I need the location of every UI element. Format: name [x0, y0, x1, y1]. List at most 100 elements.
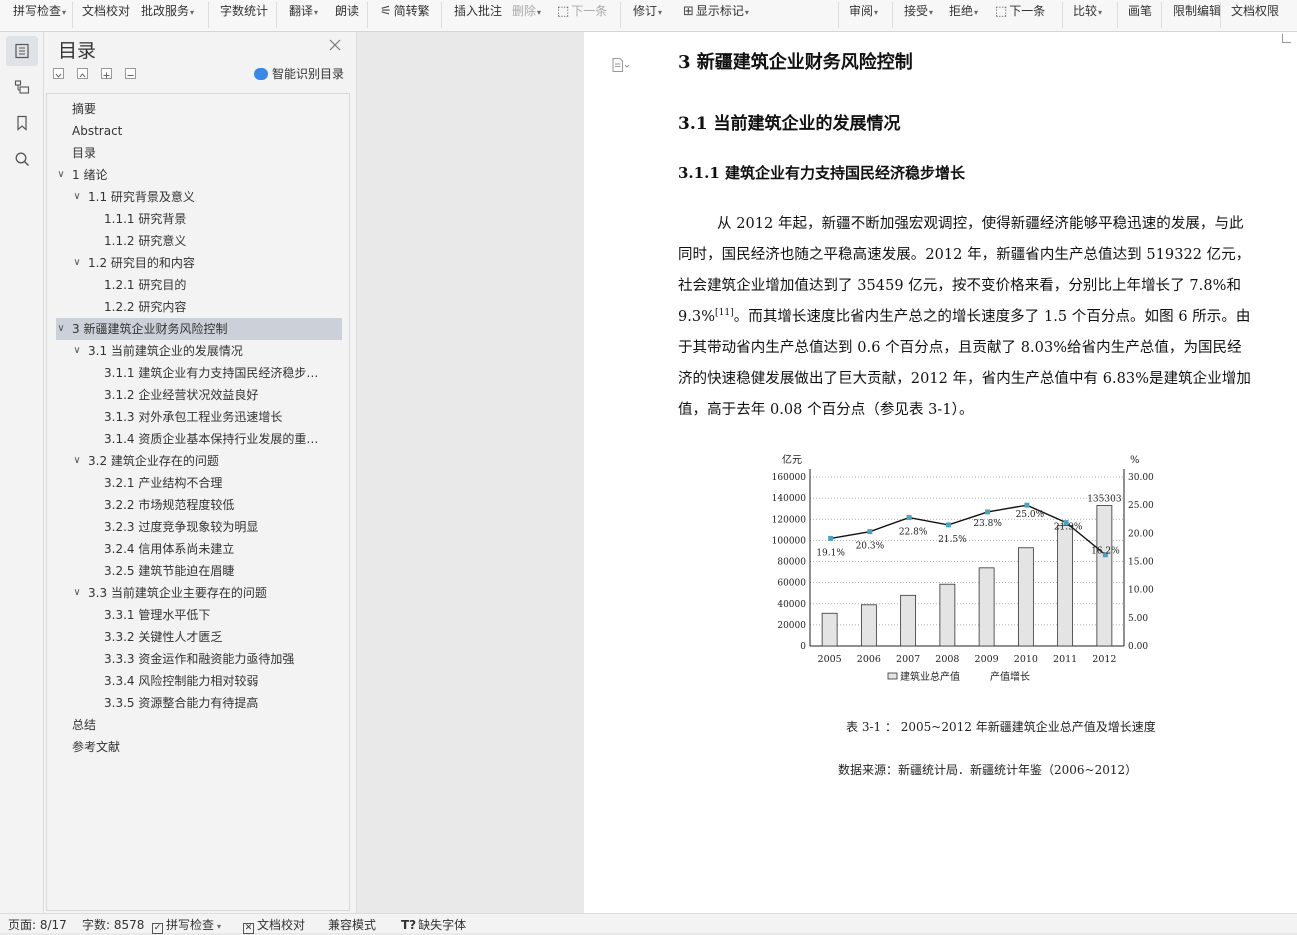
- bar-value-label: 135303: [1087, 495, 1122, 505]
- toc-item[interactable]: 3.2.4 信用体系尚未建立: [56, 538, 342, 560]
- chevron-down-icon[interactable]: ∨: [71, 582, 83, 604]
- toc-item[interactable]: 3.3.4 风险控制能力相对较弱: [56, 670, 342, 692]
- line-data-label: 16.2%: [1091, 547, 1120, 557]
- toc-item[interactable]: 3.2.3 过度竞争现象较为明显: [56, 516, 342, 538]
- y-tick-label-right: 0.00: [1128, 642, 1148, 652]
- toc-item[interactable]: 1.2.2 研究内容: [56, 296, 342, 318]
- toolbar-divider: [276, 2, 277, 28]
- toc-item[interactable]: 1.2.1 研究目的: [56, 274, 342, 296]
- toc-item[interactable]: ∨ 3.2 建筑企业存在的问题: [56, 450, 342, 472]
- chevron-down-icon[interactable]: ∨: [71, 252, 83, 274]
- remove-heading-icon[interactable]: [125, 68, 136, 79]
- chevron-down-icon: ▾: [537, 8, 542, 17]
- toc-item[interactable]: 3.2.2 市场规范程度较低: [56, 494, 342, 516]
- x-tick-label: 2007: [896, 654, 920, 665]
- toc-item[interactable]: 1.1.1 研究背景: [56, 208, 342, 230]
- toc-item[interactable]: 3.2.1 产业结构不合理: [56, 472, 342, 494]
- x-tick-label: 2011: [1053, 654, 1077, 665]
- expand-all-icon[interactable]: [77, 68, 88, 79]
- toc-item[interactable]: 3.3.1 管理水平低下: [56, 604, 342, 626]
- toc-item[interactable]: 3.1.2 企业经营状况效益良好: [56, 384, 342, 406]
- document-permission-label: 文档权限: [1231, 4, 1280, 18]
- collapse-all-icon[interactable]: [53, 68, 64, 79]
- close-icon[interactable]: [328, 38, 342, 52]
- insert-comment-button[interactable]: 插入批注: [454, 0, 502, 22]
- spell-check-label: 拼写检查: [166, 918, 215, 932]
- show-markup-button[interactable]: ⊞ 显示标记▾: [683, 0, 749, 22]
- toc-item[interactable]: 3.1.1 建筑企业有力支持国民经济稳步增长: [56, 362, 342, 384]
- line-marker: [985, 509, 991, 515]
- missing-font-status[interactable]: T? 缺失字体: [401, 917, 466, 933]
- review-button[interactable]: 审阅▾: [849, 0, 878, 22]
- next-comment-button[interactable]: ⬚ 下一条: [557, 0, 607, 22]
- translate-button[interactable]: 翻译▾: [289, 0, 318, 22]
- toc-item[interactable]: 3.2.5 建筑节能迫在眉睫: [56, 560, 342, 582]
- toc-item-label: 3.2.1 产业结构不合理: [104, 476, 223, 490]
- chevron-down-icon[interactable]: ∨: [56, 164, 67, 186]
- review-toolbar: 拼写检查▾ 文档校对 批改服务▾ 字数统计 翻译▾ 朗读 ⚟ 简转繁 插入批注 删除▾ ⬚ 下一条 修订…: [0, 0, 1297, 32]
- toc-item[interactable]: 3.1.3 对外承包工程业务迅速增长: [56, 406, 342, 428]
- x-tick-label: 2006: [857, 654, 881, 665]
- spell-check-button[interactable]: 拼写检查▾: [13, 0, 66, 22]
- chevron-down-icon[interactable]: ∨: [56, 318, 67, 340]
- compare-button[interactable]: 比较▾: [1073, 0, 1102, 22]
- toc-item[interactable]: ∨ 3 新疆建筑企业财务风险控制: [56, 318, 342, 340]
- toc-item[interactable]: 参考文献: [56, 736, 342, 758]
- y-tick-label-left: 0: [800, 642, 806, 652]
- read-aloud-button[interactable]: 朗读: [335, 0, 359, 22]
- paragraph-line: 9.3%[11]。而其增长速度比省内生产总之的增长速度多了 1.5 个百分点。如…: [678, 305, 1250, 326]
- word-count-button[interactable]: 字数统计: [220, 0, 268, 22]
- toc-item[interactable]: 1.1.2 研究意义: [56, 230, 342, 252]
- next-change-button[interactable]: ⬚ 下一条: [995, 0, 1045, 22]
- x-tick-label: 2010: [1014, 654, 1038, 665]
- smart-toc-button[interactable]: 智能识别目录: [254, 66, 344, 82]
- simplified-traditional-button[interactable]: ⚟ 简转繁: [380, 0, 430, 22]
- page-options-icon[interactable]: [612, 58, 630, 76]
- toc-item[interactable]: 总结: [56, 714, 342, 736]
- proofread-status[interactable]: ✕ 文档校对: [243, 917, 305, 934]
- track-changes-button[interactable]: 修订▾: [633, 0, 662, 22]
- toolbar-divider: [1117, 2, 1118, 28]
- toc-item[interactable]: ∨ 3.3 当前建筑企业主要存在的问题: [56, 582, 342, 604]
- toc-item[interactable]: 目录: [56, 142, 342, 164]
- toc-item[interactable]: ∨ 3.1 当前建筑企业的发展情况: [56, 340, 342, 362]
- correction-service-button[interactable]: 批改服务▾: [141, 0, 194, 22]
- delete-comment-button[interactable]: 删除▾: [512, 0, 541, 22]
- chevron-down-icon[interactable]: ∨: [71, 340, 83, 362]
- toc-item[interactable]: 3.3.5 资源整合能力有待提高: [56, 692, 342, 714]
- spell-check-status[interactable]: ✓ 拼写检查 ▾: [152, 917, 221, 935]
- toc-item[interactable]: 3.3.3 资金运作和融资能力亟待加强: [56, 648, 342, 670]
- toc-icon[interactable]: [6, 36, 38, 66]
- outline-icon[interactable]: [6, 72, 38, 102]
- restrict-editing-button[interactable]: 限制编辑: [1173, 0, 1221, 22]
- toc-item[interactable]: ∨ 1.2 研究目的和内容: [56, 252, 342, 274]
- toc-item[interactable]: 3.3.2 关键性人才匮乏: [56, 626, 342, 648]
- page-corner-mark: [1282, 34, 1291, 43]
- toc-item[interactable]: ∨ 1 绪论: [56, 164, 342, 186]
- citation[interactable]: [11]: [715, 308, 734, 318]
- toc-item[interactable]: Abstract: [56, 120, 342, 142]
- toc-item[interactable]: 摘要: [56, 98, 342, 120]
- toc-item[interactable]: 3.1.4 资质企业基本保持行业发展的重要地位: [56, 428, 342, 450]
- chevron-down-icon[interactable]: ∨: [71, 186, 83, 208]
- chevron-down-icon[interactable]: ∨: [71, 450, 83, 472]
- reject-button[interactable]: 拒绝▾: [949, 0, 978, 22]
- document-margin: [357, 32, 584, 913]
- check-icon: ✓: [152, 923, 163, 934]
- document-permission-button[interactable]: 文档权限: [1231, 0, 1279, 22]
- add-heading-icon[interactable]: [101, 68, 112, 79]
- accept-button[interactable]: 接受▾: [904, 0, 933, 22]
- search-icon[interactable]: [6, 144, 38, 174]
- smart-toc-label: 智能识别目录: [272, 67, 345, 81]
- bookmark-icon[interactable]: [6, 108, 38, 138]
- pen-button[interactable]: 画笔: [1128, 0, 1152, 22]
- toc-item[interactable]: ∨ 1.1 研究背景及意义: [56, 186, 342, 208]
- line-marker: [1024, 502, 1030, 508]
- word-count[interactable]: 字数: 8578: [82, 917, 144, 933]
- page-indicator[interactable]: 页面: 8/17: [8, 917, 67, 933]
- doc-proofread-button[interactable]: 文档校对: [82, 0, 130, 22]
- y-tick-label-left: 160000: [772, 473, 807, 483]
- bar: [821, 612, 838, 647]
- y-tick-label-left: 60000: [777, 579, 806, 589]
- insert-comment-label: 插入批注: [454, 4, 503, 18]
